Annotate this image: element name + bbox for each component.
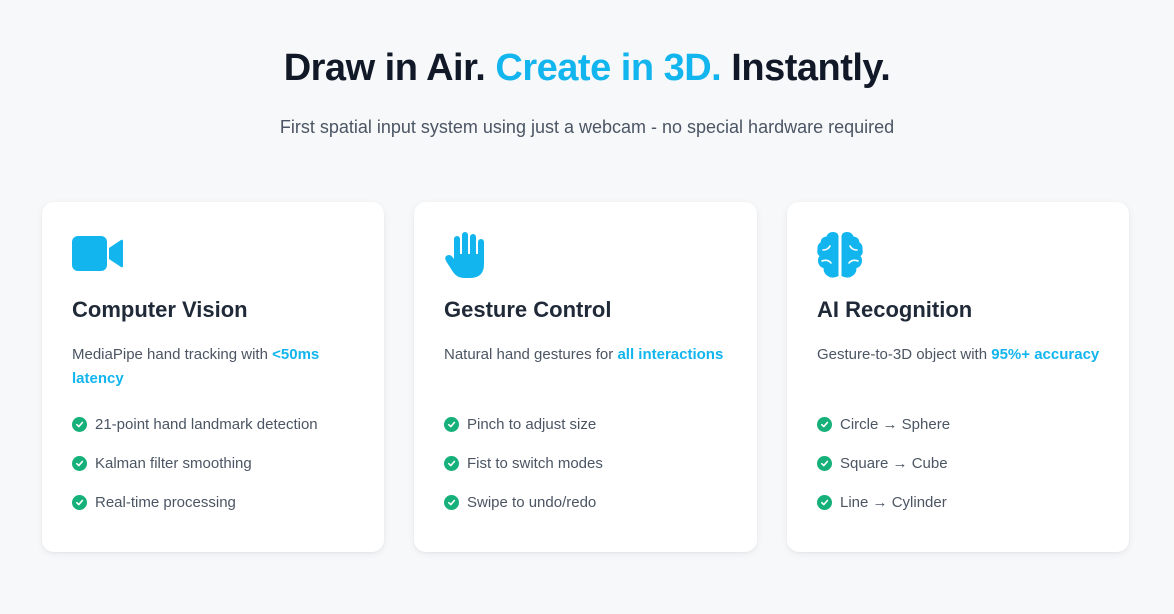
- brain-icon: [817, 232, 869, 280]
- feature-list: 21-point hand landmark detection Kalman …: [72, 413, 318, 530]
- list-item: Square → Cube: [817, 452, 950, 474]
- card-description-highlight: 95%+ accuracy: [991, 346, 1100, 363]
- list-item: Fist to switch modes: [444, 452, 603, 474]
- list-item: Swipe to undo/redo: [444, 491, 603, 513]
- list-item: Circle → Sphere: [817, 413, 950, 435]
- hero-subtitle: First spatial input system using just a …: [279, 117, 895, 137]
- feature-label: Swipe to undo/redo: [467, 493, 597, 511]
- hero-title: Draw in Air. Create in 3D. Instantly.: [0, 44, 1174, 92]
- feature-card-computer-vision: Computer Vision MediaPipe hand tracking …: [42, 202, 384, 552]
- check-circle-icon: [817, 416, 832, 432]
- feature-label: Circle → Sphere: [840, 415, 951, 433]
- card-description: Gesture-to-3D object with 95%+ accuracy: [817, 343, 1102, 367]
- list-item: Line → Cylinder: [817, 491, 950, 513]
- feature-label: Fist to switch modes: [467, 454, 603, 472]
- check-circle-icon: [444, 416, 459, 432]
- card-title: Computer Vision: [72, 297, 248, 322]
- card-title: AI Recognition: [817, 297, 973, 322]
- check-circle-icon: [72, 416, 87, 432]
- check-circle-icon: [817, 455, 832, 471]
- title-part-2: Instantly.: [731, 47, 891, 89]
- feature-label: Pinch to adjust size: [467, 415, 597, 433]
- card-description-highlight: all interactions: [617, 346, 724, 363]
- list-item: Kalman filter smoothing: [72, 452, 318, 474]
- card-description-text: MediaPipe hand tracking with: [72, 346, 268, 363]
- video-camera-icon: [72, 232, 124, 280]
- list-item: 21-point hand landmark detection: [72, 413, 318, 435]
- feature-label: 21-point hand landmark detection: [95, 415, 318, 433]
- feature-label: Square → Cube: [840, 454, 948, 472]
- list-item: Pinch to adjust size: [444, 413, 603, 435]
- title-part-1: Draw in Air.: [283, 47, 486, 89]
- check-circle-icon: [444, 494, 459, 510]
- list-item: Real-time processing: [72, 491, 318, 513]
- feature-card-gesture-control: Gesture Control Natural hand gestures fo…: [414, 202, 757, 552]
- feature-label: Line → Cylinder: [840, 493, 947, 511]
- check-circle-icon: [72, 455, 87, 471]
- card-description-text: Gesture-to-3D object with: [817, 346, 988, 363]
- feature-label: Real-time processing: [95, 493, 236, 511]
- card-description-text: Natural hand gestures for: [444, 346, 614, 363]
- check-circle-icon: [72, 494, 87, 510]
- title-accent: Create in 3D.: [495, 47, 722, 89]
- feature-list: Pinch to adjust size Fist to switch mode…: [444, 413, 603, 530]
- check-circle-icon: [817, 494, 832, 510]
- check-circle-icon: [444, 455, 459, 471]
- hand-icon: [444, 232, 496, 280]
- card-description: Natural hand gestures for all interactio…: [444, 343, 729, 367]
- feature-list: Circle → Sphere Square → Cube Line → Cyl…: [817, 413, 950, 530]
- card-title: Gesture Control: [444, 297, 612, 322]
- feature-label: Kalman filter smoothing: [95, 454, 252, 472]
- card-description: MediaPipe hand tracking with <50ms laten…: [72, 343, 357, 391]
- feature-card-ai-recognition: AI Recognition Gesture-to-3D object with…: [787, 202, 1129, 552]
